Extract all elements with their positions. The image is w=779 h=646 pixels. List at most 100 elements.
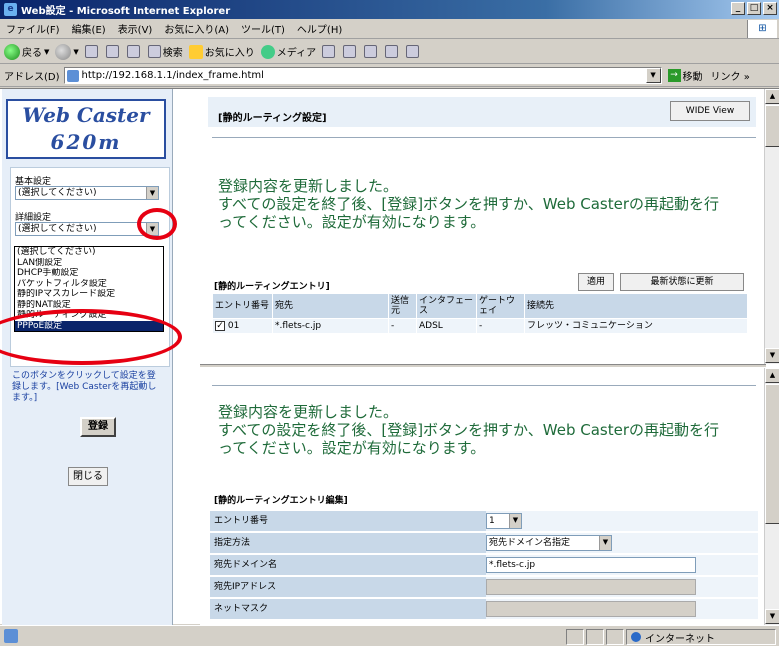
field-label: 宛先ドメイン名 [210, 555, 486, 575]
globe-icon [631, 632, 641, 642]
go-arrow-icon: → [667, 69, 681, 82]
search-button[interactable]: 検索 [147, 44, 183, 59]
scroll-up-icon[interactable]: ▲ [765, 368, 779, 383]
apply-button[interactable]: 適用 [578, 273, 614, 291]
address-input[interactable]: http://192.168.1.1/index_frame.html ▼ [63, 67, 662, 84]
history-icon [322, 45, 336, 58]
dropdown-option[interactable]: パケットフィルタ設定 [15, 279, 163, 290]
menu-bar: ファイル(F) 編集(E) 表示(V) お気に入り(A) ツール(T) ヘルプ(… [0, 19, 779, 39]
scroll-down-icon[interactable]: ▼ [765, 348, 779, 363]
go-button[interactable]: → 移動 [667, 68, 703, 83]
basic-settings-select[interactable]: (選択してください) ▼ [15, 186, 159, 200]
destination-cell: *.flets-c.jp [272, 318, 389, 334]
history-button[interactable] [322, 45, 337, 58]
entry-number: 01 [227, 321, 240, 331]
links-button[interactable]: リンク » [711, 68, 750, 83]
back-button[interactable]: 戻る ▼ [4, 43, 49, 60]
register-button[interactable]: 登録 [80, 417, 116, 437]
entry-number-select[interactable]: 1 ▼ [486, 513, 522, 529]
address-bar: アドレス(D) http://192.168.1.1/index_frame.h… [0, 65, 779, 87]
chevron-down-icon: ▼ [146, 187, 158, 199]
favorites-button[interactable]: お気に入り [188, 44, 255, 59]
forward-arrow-icon [55, 43, 72, 60]
stop-icon [84, 45, 98, 58]
edit-button[interactable] [385, 45, 400, 58]
status-message-line3: ってください。設定が有効になります。 [218, 213, 486, 231]
menu-edit[interactable]: 編集(E) [72, 21, 106, 36]
field-label: ネットマスク [210, 599, 486, 619]
status-message-line1: 登録内容を更新しました。 [218, 177, 399, 195]
window-title: Web設定 - Microsoft Internet Explorer [21, 6, 231, 17]
wide-view-button[interactable]: WIDE View [670, 101, 750, 121]
messenger-button[interactable] [406, 45, 421, 58]
toolbar: 戻る ▼ ▼ 検索 お気に入り メディア [0, 40, 779, 64]
media-button[interactable]: メディア [260, 44, 316, 59]
close-button[interactable]: 閉じる [68, 467, 108, 486]
logo-title: Web Caster [22, 103, 150, 127]
search-icon [147, 45, 161, 58]
menu-favorites[interactable]: お気に入り(A) [164, 21, 229, 36]
field-value-cell [486, 577, 758, 597]
menu-help[interactable]: ヘルプ(H) [297, 21, 342, 36]
interface-cell: ADSL [416, 318, 477, 334]
section-title: [静的ルーティング設定] [218, 113, 327, 124]
dropdown-option[interactable]: (選択してください) [15, 247, 163, 258]
dropdown-option[interactable]: DHCP手動設定 [15, 268, 163, 279]
maximize-button[interactable]: □ [747, 2, 761, 15]
back-arrow-icon [4, 43, 20, 60]
bottom-frame-scrollbar[interactable]: ▲ ▼ [764, 368, 779, 625]
print-button[interactable] [364, 45, 379, 58]
status-message-line3: ってください。設定が有効になります。 [218, 439, 486, 457]
messenger-icon [406, 45, 420, 58]
top-frame-scrollbar[interactable]: ▲ ▼ [764, 89, 779, 364]
page-icon [66, 69, 79, 82]
address-url: http://192.168.1.1/index_frame.html [81, 70, 264, 81]
field-label: 宛先IPアドレス [210, 577, 486, 597]
scrollbar-thumb[interactable] [765, 105, 779, 147]
entry-cell: ✓ 01 [212, 318, 273, 334]
column-header: 送信元 [388, 293, 417, 319]
edit-title: [静的ルーティングエントリ編集] [214, 496, 348, 506]
field-value-cell: 宛先ドメイン名指定 ▼ [486, 533, 758, 553]
row-checkbox[interactable]: ✓ [215, 321, 225, 331]
webcaster-logo: Web Caster 620m [6, 99, 166, 159]
back-label: 戻る [22, 48, 42, 59]
mail-button[interactable] [343, 45, 358, 58]
scroll-up-icon[interactable]: ▲ [765, 89, 779, 104]
form-row-method: 指定方法 宛先ドメイン名指定 ▼ [210, 533, 758, 553]
netmask-input[interactable] [486, 601, 696, 617]
menu-file[interactable]: ファイル(F) [6, 21, 60, 36]
refresh-state-button[interactable]: 最新状態に更新 [620, 273, 744, 291]
ie-icon: e [4, 3, 17, 16]
dropdown-option[interactable]: 静的IPマスカレード設定 [15, 289, 163, 300]
menu-tools[interactable]: ツール(T) [241, 21, 285, 36]
forward-button[interactable]: ▼ [55, 43, 79, 60]
menu-view[interactable]: 表示(V) [118, 21, 153, 36]
detail-select-value: (選択してください) [18, 224, 97, 234]
dropdown-option[interactable]: LAN側設定 [15, 258, 163, 269]
status-cell [566, 629, 584, 645]
star-icon [188, 44, 203, 59]
connection-cell: フレッツ・コミュニケーション [524, 318, 748, 334]
domain-name-input[interactable]: *.flets-c.jp [486, 557, 696, 573]
method-select[interactable]: 宛先ドメイン名指定 ▼ [486, 535, 612, 551]
status-message-line1: 登録内容を更新しました。 [218, 403, 399, 421]
route-edit-frame: 登録内容を更新しました。 すべての設定を終了後、[登録]ボタンを押すか、Web … [200, 367, 766, 625]
field-label: 指定方法 [210, 533, 486, 553]
media-icon [260, 44, 275, 59]
refresh-button[interactable] [105, 45, 121, 58]
home-button[interactable] [126, 45, 142, 58]
close-window-button[interactable]: × [763, 2, 777, 15]
chevron-down-icon: ▼ [599, 536, 611, 550]
minimize-button[interactable]: _ [731, 2, 745, 15]
stop-button[interactable] [84, 45, 100, 58]
annotation-circle-dropdown-arrow [137, 208, 177, 240]
scrollbar-thumb[interactable] [765, 384, 779, 524]
scroll-down-icon[interactable]: ▼ [765, 609, 779, 624]
address-dropdown-icon[interactable]: ▼ [645, 68, 661, 83]
home-icon [126, 45, 140, 58]
dest-ip-input[interactable] [486, 579, 696, 595]
go-label: 移動 [682, 72, 703, 83]
window-title-bar: e Web設定 - Microsoft Internet Explorer _ … [0, 0, 779, 19]
status-cell [606, 629, 624, 645]
